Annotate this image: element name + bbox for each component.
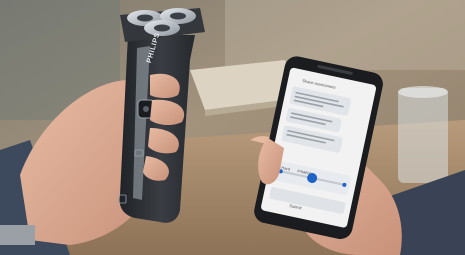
watch xyxy=(0,225,35,245)
glass xyxy=(398,88,448,183)
photo-scene xyxy=(0,0,465,255)
